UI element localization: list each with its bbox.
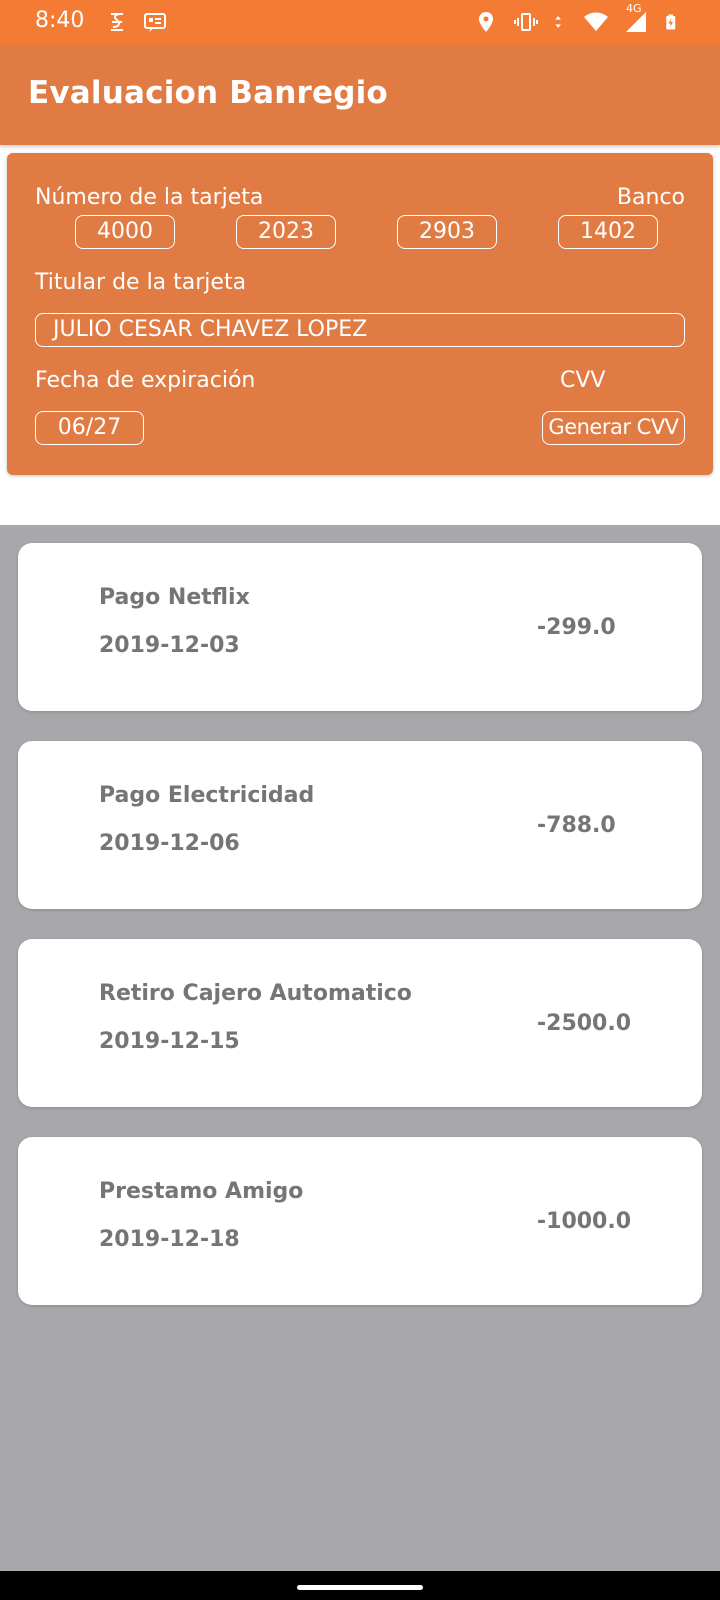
cvv-label: CVV (560, 368, 606, 393)
transaction-name: Retiro Cajero Automatico (99, 981, 412, 1006)
transaction-card[interactable]: Pago Electricidad 2019-12-06 -788.0 (18, 741, 702, 909)
home-gesture-handle[interactable] (297, 1585, 423, 1590)
status-left-icons (105, 10, 167, 34)
transaction-amount: -1000.0 (537, 1209, 632, 1234)
status-bar: 8:40 4G (0, 0, 720, 45)
card-holder-label: Titular de la tarjeta (35, 270, 247, 295)
transaction-card[interactable]: Retiro Cajero Automatico 2019-12-15 -250… (18, 939, 702, 1107)
generate-cvv-button[interactable]: Generar CVV (542, 411, 685, 445)
s-notification-icon (111, 13, 123, 31)
transaction-date: 2019-12-06 (99, 831, 240, 856)
transaction-name: Prestamo Amigo (99, 1179, 304, 1204)
transaction-amount: -788.0 (537, 813, 616, 838)
location-icon (479, 12, 493, 32)
app-title: Evaluacion Banregio (28, 75, 388, 111)
transaction-amount: -2500.0 (537, 1011, 632, 1036)
expiry-label: Fecha de expiración (35, 368, 256, 393)
bank-label: Banco (616, 185, 685, 210)
card-holder-field[interactable]: JULIO CESAR CHAVEZ LOPEZ (35, 313, 685, 347)
transaction-date: 2019-12-18 (99, 1227, 240, 1252)
transaction-date: 2019-12-15 (99, 1029, 240, 1054)
transaction-name: Pago Electricidad (99, 783, 315, 808)
message-icon (144, 13, 166, 32)
status-time: 8:40 (35, 8, 85, 33)
battery-charging-icon (666, 14, 676, 30)
expiry-field[interactable]: 06/27 (35, 411, 144, 445)
transaction-card[interactable]: Prestamo Amigo 2019-12-18 -1000.0 (18, 1137, 702, 1305)
card-number-field-2[interactable]: 2023 (236, 215, 336, 249)
wifi-icon (584, 12, 608, 31)
card-number-field-3[interactable]: 2903 (397, 215, 497, 249)
app-bar: Evaluacion Banregio (0, 45, 720, 145)
card-number-field-4[interactable]: 1402 (558, 215, 658, 249)
transaction-date: 2019-12-03 (99, 633, 240, 658)
navigation-bar (0, 1571, 720, 1600)
status-right-icons: 4G (474, 2, 682, 34)
vibrate-icon (514, 13, 538, 31)
transaction-amount: -299.0 (537, 615, 616, 640)
transaction-card[interactable]: Pago Netflix 2019-12-03 -299.0 (18, 543, 702, 711)
card-details-panel: Número de la tarjeta Banco 4000 2023 290… (7, 153, 713, 475)
card-number-label: Número de la tarjeta (35, 185, 264, 210)
network-type-label: 4G (626, 2, 642, 15)
card-number-field-1[interactable]: 4000 (75, 215, 175, 249)
transactions-list[interactable]: Pago Netflix 2019-12-03 -299.0 Pago Elec… (0, 525, 720, 1571)
signal-strength: 4G (624, 2, 648, 34)
transaction-name: Pago Netflix (99, 585, 250, 610)
data-arrows-icon (555, 16, 561, 28)
